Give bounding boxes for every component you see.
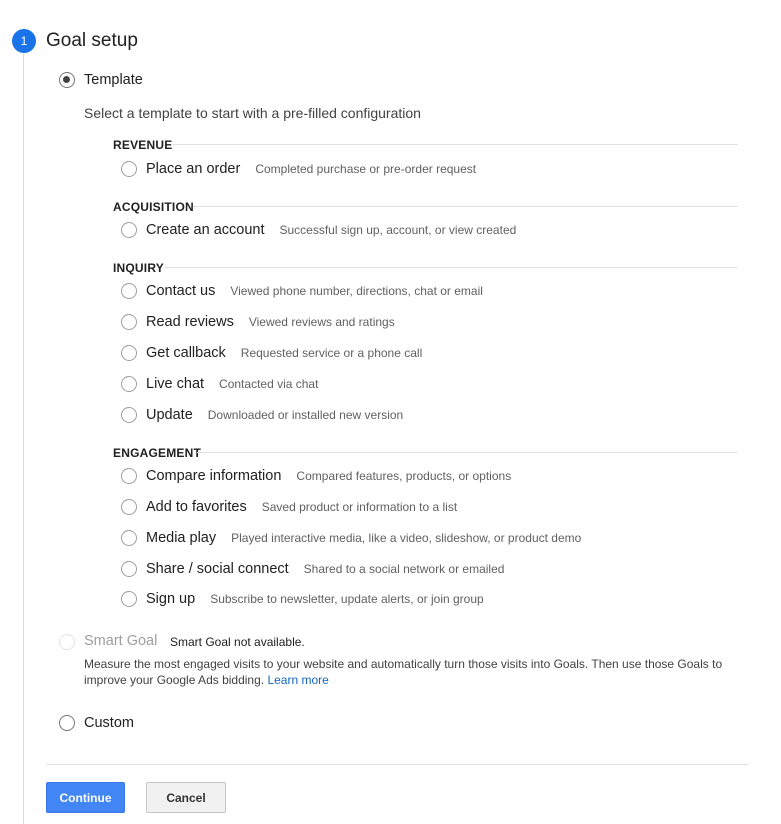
radio-button[interactable] bbox=[121, 314, 137, 330]
option-description: Played interactive media, like a video, … bbox=[231, 531, 582, 545]
option-description: Subscribe to newsletter, update alerts, … bbox=[210, 592, 484, 606]
section-label: ACQUISITION bbox=[113, 200, 194, 214]
section-acquisition: ACQUISITION bbox=[113, 199, 738, 215]
option-create-an-account[interactable]: Create an account Successful sign up, ac… bbox=[121, 220, 741, 240]
radio-button[interactable] bbox=[121, 530, 137, 546]
radio-button[interactable] bbox=[121, 499, 137, 515]
section-label: ENGAGEMENT bbox=[113, 446, 202, 460]
custom-label[interactable]: Custom bbox=[84, 714, 134, 732]
smart-goal-radio bbox=[59, 634, 75, 650]
option-read-reviews[interactable]: Read reviews Viewed reviews and ratings bbox=[121, 312, 741, 332]
option-name: Share / social connect bbox=[146, 561, 289, 577]
cancel-button[interactable]: Cancel bbox=[146, 782, 226, 813]
section-divider bbox=[165, 267, 738, 268]
option-add-to-favorites[interactable]: Add to favorites Saved product or inform… bbox=[121, 497, 741, 517]
option-name: Compare information bbox=[146, 468, 282, 484]
radio-button[interactable] bbox=[121, 591, 137, 607]
option-share-social-connect[interactable]: Share / social connect Shared to a socia… bbox=[121, 559, 741, 579]
radio-button[interactable] bbox=[121, 561, 137, 577]
option-description: Successful sign up, account, or view cre… bbox=[279, 223, 517, 237]
option-contact-us[interactable]: Contact us Viewed phone number, directio… bbox=[121, 281, 741, 301]
option-compare-information[interactable]: Compare information Compared features, p… bbox=[121, 466, 741, 486]
radio-button[interactable] bbox=[121, 222, 137, 238]
radio-button[interactable] bbox=[121, 345, 137, 361]
section-revenue: REVENUE bbox=[113, 137, 738, 153]
section-label: INQUIRY bbox=[113, 261, 164, 275]
option-get-callback[interactable]: Get callback Requested service or a phon… bbox=[121, 343, 741, 363]
option-description: Contacted via chat bbox=[219, 377, 319, 391]
option-description: Viewed reviews and ratings bbox=[248, 315, 395, 329]
step-number-badge: 1 bbox=[12, 29, 36, 53]
step-title: Goal setup bbox=[46, 30, 138, 51]
step-connector-line bbox=[23, 54, 24, 824]
radio-button[interactable] bbox=[121, 283, 137, 299]
section-divider bbox=[173, 144, 738, 145]
option-update[interactable]: Update Downloaded or installed new versi… bbox=[121, 405, 741, 425]
option-name: Read reviews bbox=[146, 314, 234, 330]
template-intro-text: Select a template to start with a pre-fi… bbox=[84, 105, 421, 121]
option-name: Place an order bbox=[146, 161, 241, 177]
option-sign-up[interactable]: Sign up Subscribe to newsletter, update … bbox=[121, 589, 741, 609]
option-description: Compared features, products, or options bbox=[296, 469, 512, 483]
section-divider bbox=[193, 206, 738, 207]
smart-goal-description: Measure the most engaged visits to your … bbox=[84, 656, 744, 688]
section-engagement: ENGAGEMENT bbox=[113, 445, 738, 461]
smart-goal-unavailable-note: Smart Goal not available. bbox=[170, 635, 305, 649]
option-name: Update bbox=[146, 407, 193, 423]
section-inquiry: INQUIRY bbox=[113, 260, 738, 276]
option-name: Live chat bbox=[146, 376, 205, 392]
option-name: Media play bbox=[146, 530, 217, 546]
radio-button[interactable] bbox=[121, 468, 137, 484]
template-label[interactable]: Template bbox=[84, 71, 143, 89]
learn-more-link[interactable]: Learn more bbox=[267, 673, 328, 687]
radio-button[interactable] bbox=[121, 407, 137, 423]
radio-button[interactable] bbox=[121, 161, 137, 177]
smart-goal-description-text: Measure the most engaged visits to your … bbox=[84, 657, 723, 687]
option-description: Requested service or a phone call bbox=[240, 346, 423, 360]
continue-button[interactable]: Continue bbox=[46, 782, 125, 813]
option-name: Sign up bbox=[146, 591, 196, 607]
section-label: REVENUE bbox=[113, 138, 173, 152]
option-description: Shared to a social network or emailed bbox=[303, 562, 505, 576]
template-radio[interactable] bbox=[59, 72, 75, 88]
option-name: Add to favorites bbox=[146, 499, 247, 515]
option-description: Completed purchase or pre-order request bbox=[255, 162, 477, 176]
radio-button[interactable] bbox=[121, 376, 137, 392]
section-divider bbox=[197, 452, 738, 453]
smart-goal-label: Smart Goal bbox=[84, 633, 158, 649]
option-media-play[interactable]: Media play Played interactive media, lik… bbox=[121, 528, 741, 548]
footer-divider bbox=[46, 764, 749, 765]
option-live-chat[interactable]: Live chat Contacted via chat bbox=[121, 374, 741, 394]
option-name: Get callback bbox=[146, 345, 226, 361]
option-description: Downloaded or installed new version bbox=[207, 408, 404, 422]
option-name: Contact us bbox=[146, 283, 216, 299]
option-description: Viewed phone number, directions, chat or… bbox=[230, 284, 483, 298]
option-place-an-order[interactable]: Place an order Completed purchase or pre… bbox=[121, 159, 741, 179]
custom-radio[interactable] bbox=[59, 715, 75, 731]
option-name: Create an account bbox=[146, 222, 265, 238]
option-description: Saved product or information to a list bbox=[261, 500, 458, 514]
